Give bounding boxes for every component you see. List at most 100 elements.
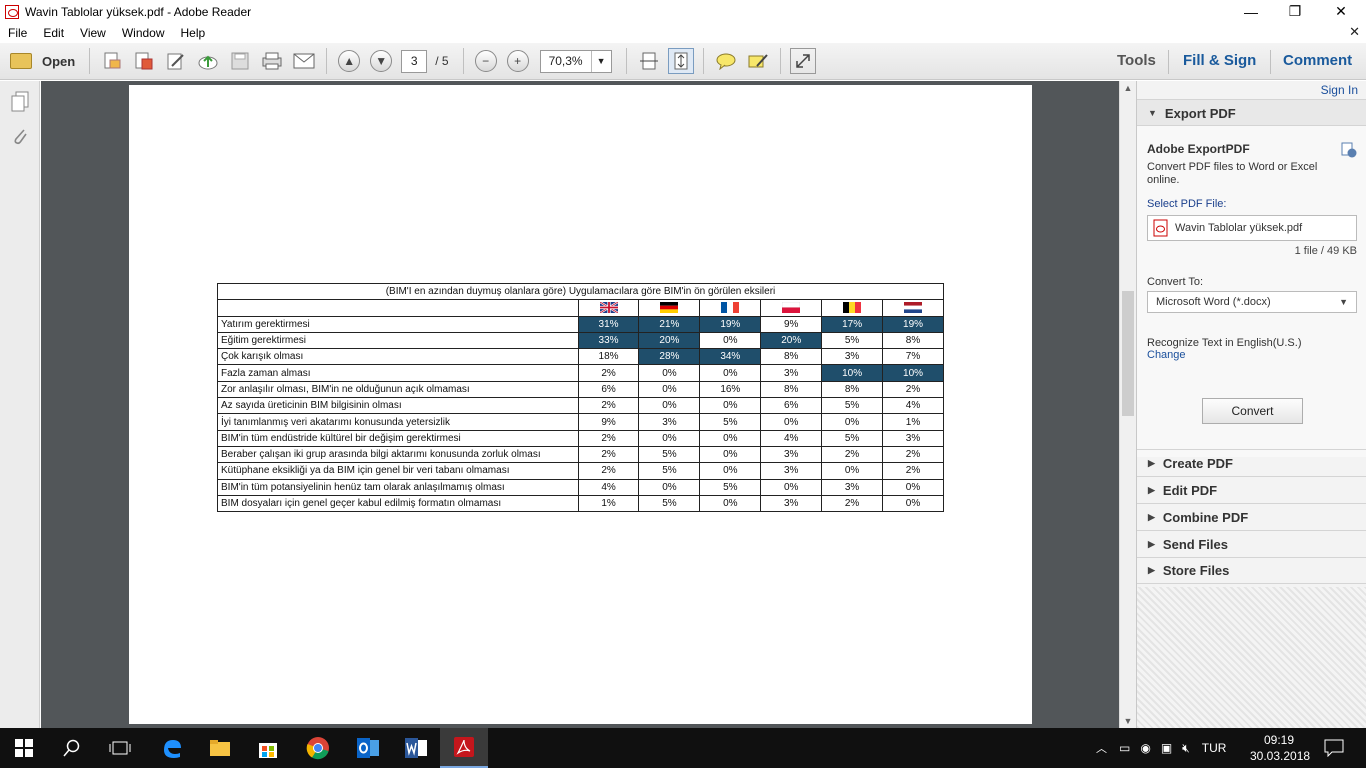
divider	[702, 48, 704, 74]
chevron-up-icon[interactable]: ︿	[1096, 740, 1107, 756]
table-cell: 5%	[699, 478, 762, 496]
page-number-input[interactable]: 3	[401, 49, 428, 73]
zoom-out-button[interactable]: −	[473, 48, 499, 74]
print-icon[interactable]	[259, 48, 285, 74]
page-thumbnails-icon[interactable]	[10, 91, 30, 113]
scroll-up-icon[interactable]: ▲	[1120, 83, 1136, 93]
table-cell: 10%	[882, 364, 944, 382]
next-page-button[interactable]: ▼	[368, 48, 394, 74]
edge-icon[interactable]	[148, 728, 196, 768]
fit-page-icon[interactable]	[667, 48, 694, 74]
table-cell: 28%	[638, 348, 701, 366]
input-language[interactable]: TUR	[1202, 741, 1227, 755]
divider	[779, 48, 781, 74]
zoom-in-button[interactable]: +	[505, 48, 531, 74]
table-title: (BIM'I en azından duymuş olanlara göre) …	[217, 282, 944, 301]
upload-cloud-icon[interactable]	[195, 48, 221, 74]
create-pdf-icon[interactable]	[99, 48, 125, 74]
edit-pdf-header[interactable]: ▶ Edit PDF	[1137, 476, 1366, 503]
tab-fill-sign[interactable]: Fill & Sign	[1183, 52, 1256, 69]
start-button[interactable]	[0, 728, 48, 768]
convert-button[interactable]: Convert	[1202, 398, 1303, 424]
previous-page-button[interactable]: ▲	[336, 48, 362, 74]
open-button[interactable]: Open	[10, 53, 75, 69]
export-pdf-header[interactable]: ▼ Export PDF	[1137, 99, 1366, 126]
menu-window[interactable]: Window	[114, 26, 173, 40]
sticky-note-icon[interactable]	[713, 48, 739, 74]
minimize-button[interactable]: —	[1228, 0, 1274, 23]
email-icon[interactable]	[291, 48, 317, 74]
document-close-icon[interactable]: ✕	[1349, 24, 1360, 40]
menu-edit[interactable]: Edit	[35, 26, 72, 40]
table-cell: 0%	[699, 462, 762, 480]
scroll-down-icon[interactable]: ▼	[1120, 716, 1136, 726]
sign-in-link[interactable]: Sign In	[1321, 83, 1358, 97]
tab-tools[interactable]: Tools	[1117, 52, 1156, 69]
close-button[interactable]: ✕	[1318, 0, 1364, 23]
menu-view[interactable]: View	[72, 26, 114, 40]
combine-pdf-icon[interactable]	[131, 48, 157, 74]
row-label: BIM'in tüm potansiyelinin henüz tam olar…	[217, 478, 579, 496]
table-cell: 0%	[638, 397, 701, 415]
pdf-page: (BIM'I en azından duymuş olanlara göre) …	[129, 85, 1032, 724]
clock-time: 09:19	[1263, 733, 1295, 747]
highlight-text-icon[interactable]	[745, 48, 771, 74]
adobe-reader-icon	[5, 4, 19, 19]
header-empty	[217, 299, 579, 317]
task-view-icon[interactable]	[96, 728, 144, 768]
scrollbar-thumb[interactable]	[1122, 291, 1134, 416]
navigation-pane	[0, 81, 40, 728]
flag-uk	[577, 299, 640, 317]
edit-pdf-icon[interactable]	[163, 48, 189, 74]
create-pdf-header[interactable]: ▶ Create PDF	[1137, 449, 1366, 476]
section-label: Send Files	[1162, 536, 1228, 552]
maximize-button[interactable]: ❐	[1272, 0, 1318, 23]
volume-muted-icon[interactable]: 🔇︎	[1182, 741, 1190, 756]
selected-file-box[interactable]: Wavin Tablolar yüksek.pdf	[1147, 215, 1357, 241]
save-icon[interactable]	[227, 48, 253, 74]
store-files-header[interactable]: ▶ Store Files	[1137, 557, 1366, 584]
table-row: Beraber çalışan iki grup arasında bilgi …	[217, 445, 944, 464]
attachments-icon[interactable]	[10, 125, 30, 147]
select-pdf-label: Select PDF File:	[1147, 198, 1227, 210]
vertical-scrollbar[interactable]: ▲ ▼	[1119, 81, 1136, 728]
export-info-icon[interactable]	[1341, 142, 1357, 161]
convert-format-select[interactable]: Microsoft Word (*.docx) ▼	[1147, 291, 1357, 313]
chrome-icon[interactable]	[294, 728, 342, 768]
store-icon[interactable]	[244, 728, 292, 768]
menu-file[interactable]: File	[0, 26, 35, 40]
table-cell: 0%	[699, 364, 762, 382]
row-label: Zor anlaşılır olması, BIM'in ne olduğunu…	[217, 380, 579, 399]
outlook-icon[interactable]	[344, 728, 392, 768]
word-icon[interactable]	[392, 728, 440, 768]
sync-icon[interactable]: ◉	[1140, 741, 1150, 755]
row-label: Az sayıda üreticinin BIM bilgisinin olma…	[217, 397, 579, 415]
adobe-reader-taskbar-icon[interactable]	[440, 728, 488, 768]
combine-pdf-header[interactable]: ▶ Combine PDF	[1137, 503, 1366, 530]
change-link[interactable]: Change	[1147, 349, 1186, 361]
export-pdf-panel: Adobe ExportPDF Convert PDF files to Wor…	[1137, 125, 1366, 457]
table-cell: 19%	[882, 315, 944, 333]
search-icon[interactable]	[48, 728, 96, 768]
send-files-header[interactable]: ▶ Send Files	[1137, 530, 1366, 557]
table-cell: 3%	[760, 462, 823, 480]
full-screen-icon[interactable]	[789, 48, 816, 74]
network-icon[interactable]: ▣	[1161, 741, 1172, 755]
section-label: Create PDF	[1162, 455, 1233, 471]
menu-help[interactable]: Help	[173, 26, 214, 40]
chevron-down-icon[interactable]: ▼	[590, 50, 611, 72]
file-explorer-icon[interactable]	[196, 728, 244, 768]
battery-icon[interactable]: ▭	[1119, 741, 1130, 755]
windows-icon	[15, 739, 33, 757]
table-body: Yatırım gerektirmesi 31% 21% 19% 9% 17% 19% Eği…	[217, 315, 944, 513]
tab-comment[interactable]: Comment	[1283, 52, 1352, 69]
clock[interactable]: 09:19 30.03.2018	[1250, 732, 1310, 764]
table-row: Zor anlaşılır olması, BIM'in ne olduğunu…	[217, 380, 944, 399]
table-cell: 0%	[699, 429, 762, 447]
fit-width-icon[interactable]	[636, 48, 662, 74]
table-cell: 0%	[699, 331, 762, 350]
zoom-select[interactable]: 70,3% ▼	[539, 49, 612, 73]
notifications-icon[interactable]	[1310, 728, 1358, 768]
flag-germany	[638, 299, 701, 317]
chevron-right-icon: ▶	[1148, 511, 1155, 522]
